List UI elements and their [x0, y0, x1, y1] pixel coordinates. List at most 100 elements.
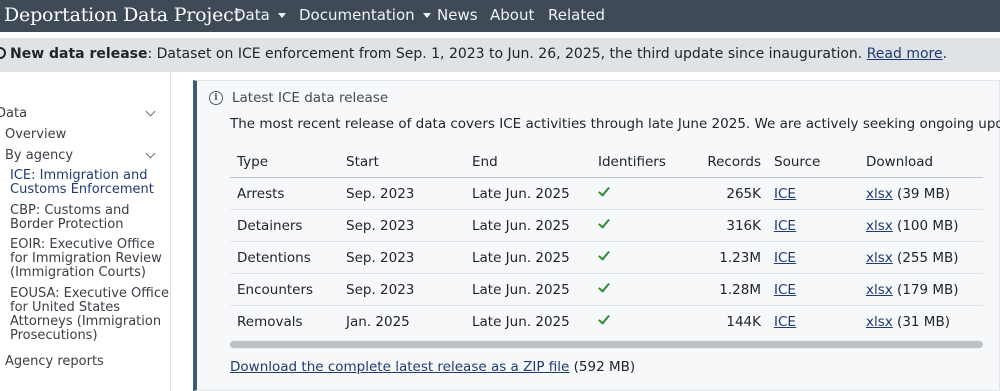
column-header-records: Records	[707, 154, 761, 170]
sidebar-divider	[170, 72, 171, 391]
cell-type: Encounters	[237, 282, 314, 298]
sidebar-item-cbp[interactable]: CBP: Customs and Border Protection	[10, 204, 130, 232]
cell-records: 144K	[726, 314, 761, 330]
row-divider	[230, 273, 983, 274]
sidebar-agency-reports[interactable]: Agency reports	[5, 355, 104, 369]
source-link[interactable]: ICE	[774, 218, 796, 234]
sidebar-item-line: (Immigration Courts)	[10, 265, 146, 280]
nav-data-menu[interactable]: Data	[234, 6, 286, 24]
source-link[interactable]: ICE	[774, 314, 796, 330]
sidebar-item-line: EOIR: Executive Office	[10, 237, 155, 252]
caret-down-icon	[422, 13, 431, 18]
sidebar-item-line: EOUSA: Executive Office	[10, 286, 170, 301]
cell-start: Sep. 2023	[346, 218, 415, 234]
cell-start: Sep. 2023	[346, 282, 415, 298]
xlsx-download-link[interactable]: xlsx	[866, 186, 893, 202]
sidebar-item-line: Prosecutions)	[10, 328, 98, 343]
cell-download: xlsx (255 MB)	[866, 250, 959, 266]
nav-documentation-menu[interactable]: Documentation	[299, 6, 431, 24]
checkmark-icon	[598, 216, 610, 229]
callout-title: i Latest ICE data release	[209, 90, 388, 106]
zip-download: Download the complete latest release as …	[230, 359, 635, 375]
source-link[interactable]: ICE	[774, 250, 796, 266]
callout-description: The most recent release of data covers I…	[230, 116, 1000, 132]
checkmark-icon	[598, 280, 610, 293]
sidebar-item-line: ICE: Immigration and	[10, 168, 148, 183]
info-icon: i	[209, 91, 223, 105]
chevron-down-icon[interactable]	[145, 148, 156, 159]
announcement-text: : Dataset on ICE enforcement from Sep. 1…	[147, 46, 867, 62]
sidebar-item-line: for United States	[10, 300, 121, 315]
announcement-end: .	[942, 46, 948, 62]
cell-type: Detentions	[237, 250, 311, 266]
download-size: (100 MB)	[892, 218, 959, 234]
cell-start: Jan. 2025	[346, 314, 410, 330]
cell-type: Arrests	[237, 186, 285, 202]
column-header-download: Download	[866, 154, 934, 170]
column-header-end: End	[472, 154, 498, 170]
callout-title-text: Latest ICE data release	[232, 90, 389, 106]
column-header-start: Start	[346, 154, 379, 170]
cell-type: Removals	[237, 314, 303, 330]
sidebar-data[interactable]: Data	[0, 107, 27, 121]
sidebar-item-line: Customs Enforcement	[10, 182, 154, 197]
cell-records: 1.28M	[719, 282, 761, 298]
table-horizontal-scrollbar[interactable]	[230, 340, 983, 349]
cell-download: xlsx (39 MB)	[866, 186, 950, 202]
nav-related-link[interactable]: Related	[548, 6, 605, 24]
cell-end: Late Jun. 2025	[472, 314, 570, 330]
cell-end: Late Jun. 2025	[472, 250, 570, 266]
cell-start: Sep. 2023	[346, 186, 415, 202]
download-size: (255 MB)	[892, 250, 959, 266]
cell-end: Late Jun. 2025	[472, 282, 570, 298]
xlsx-download-link[interactable]: xlsx	[866, 218, 893, 234]
cell-records: 265K	[726, 186, 761, 202]
sidebar-by-agency[interactable]: By agency	[5, 149, 73, 163]
cell-end: Late Jun. 2025	[472, 218, 570, 234]
row-divider	[230, 241, 983, 242]
download-size: (179 MB)	[892, 282, 959, 298]
download-size: (31 MB)	[892, 314, 950, 330]
xlsx-download-link[interactable]: xlsx	[866, 314, 893, 330]
sidebar-item-line: Border Protection	[10, 217, 124, 232]
cell-type: Detainers	[237, 218, 303, 234]
sidebar-item-eousa[interactable]: EOUSA: Executive Office for United State…	[10, 287, 169, 343]
cell-start: Sep. 2023	[346, 250, 415, 266]
xlsx-download-link[interactable]: xlsx	[866, 282, 893, 298]
nav-data-label: Data	[234, 6, 270, 24]
source-link[interactable]: ICE	[774, 186, 796, 202]
download-size: (39 MB)	[892, 186, 950, 202]
cell-download: xlsx (31 MB)	[866, 314, 950, 330]
zip-size: (592 MB)	[569, 359, 636, 375]
read-more-link[interactable]: Read more	[867, 46, 943, 62]
nav-news-link[interactable]: News	[437, 6, 478, 24]
chevron-down-icon[interactable]	[145, 106, 156, 117]
checkmark-icon	[598, 184, 610, 197]
xlsx-download-link[interactable]: xlsx	[866, 250, 893, 266]
sidebar-item-line: Attorneys (Immigration	[10, 314, 162, 329]
cell-download: xlsx (100 MB)	[866, 218, 959, 234]
column-header-source: Source	[774, 154, 821, 170]
scrollbar-thumb[interactable]	[230, 341, 983, 348]
cell-records: 316K	[726, 218, 761, 234]
sidebar-item-line: for Immigration Review	[10, 251, 162, 266]
checkmark-icon	[598, 312, 610, 325]
sidebar-item-eoir[interactable]: EOIR: Executive Office for Immigration R…	[10, 238, 162, 280]
sidebar-item-ice[interactable]: ICE: Immigration and Customs Enforcement	[10, 169, 154, 197]
nav-about-link[interactable]: About	[490, 6, 534, 24]
sidebar-overview[interactable]: Overview	[5, 128, 66, 142]
source-link[interactable]: ICE	[774, 282, 796, 298]
row-divider	[230, 305, 983, 306]
cell-end: Late Jun. 2025	[472, 186, 570, 202]
caret-down-icon	[277, 13, 286, 18]
zip-download-link[interactable]: Download the complete latest release as …	[230, 359, 569, 375]
sidebar-nav: Data Overview By agency ICE: Immigration…	[0, 0, 170, 391]
checkmark-icon	[598, 248, 610, 261]
column-header-type: Type	[237, 154, 269, 170]
row-divider	[230, 209, 983, 210]
column-header-identifiers: Identifiers	[598, 154, 666, 170]
latest-release-callout: i Latest ICE data release The most recen…	[193, 80, 1000, 391]
sidebar-item-line: CBP: Customs and	[10, 203, 130, 218]
nav-documentation-label: Documentation	[299, 6, 415, 24]
cell-download: xlsx (179 MB)	[866, 282, 959, 298]
